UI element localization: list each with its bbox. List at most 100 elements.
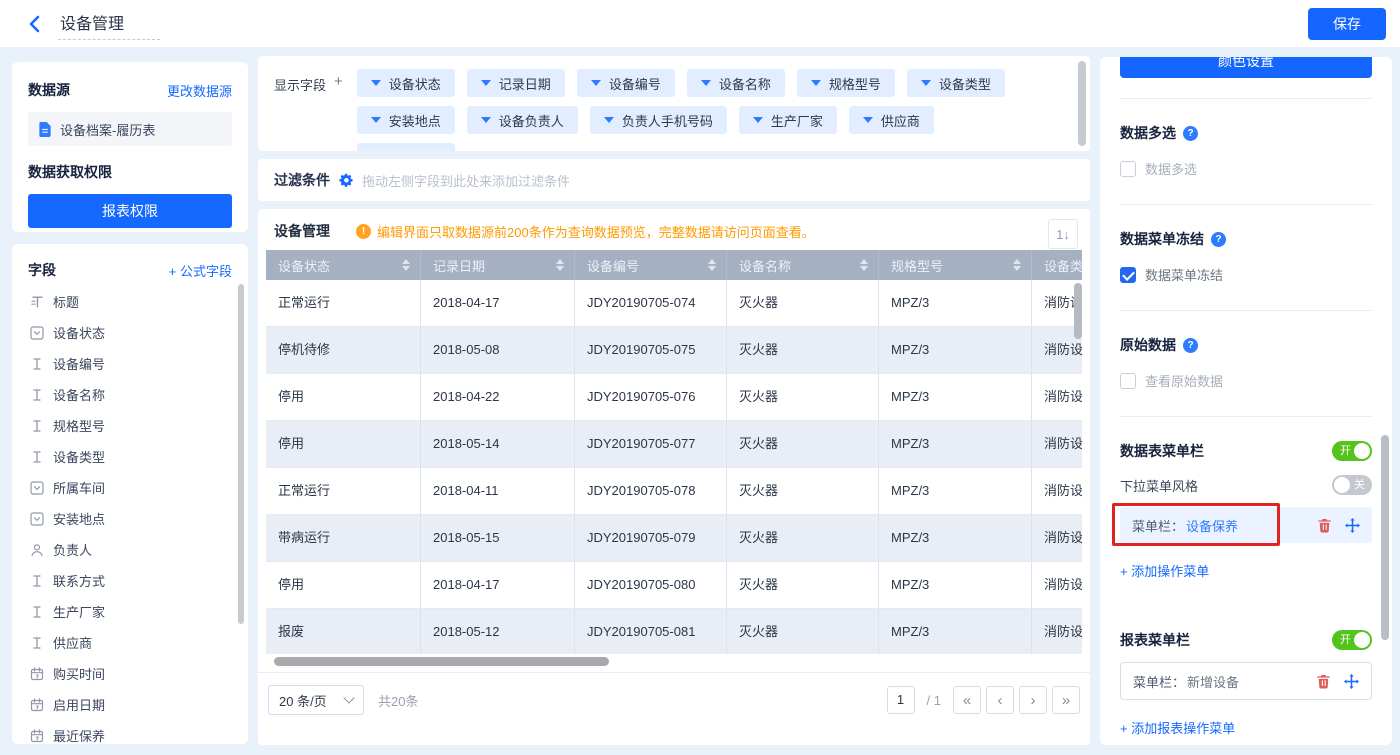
save-button[interactable]: 保存 bbox=[1308, 7, 1386, 40]
table-cell: 灭火器 bbox=[727, 515, 879, 561]
toggle-on-label: 开 bbox=[1340, 445, 1351, 457]
settings-scrollbar[interactable] bbox=[1381, 435, 1389, 640]
caret-down-icon bbox=[603, 117, 614, 123]
table-cell: 灭火器 bbox=[727, 421, 879, 467]
color-settings-button[interactable]: 颜色设置 bbox=[1120, 57, 1372, 78]
table-cell: 消防设备 bbox=[1044, 577, 1082, 592]
last-page-button[interactable]: » bbox=[1052, 686, 1080, 714]
move-cross-icon[interactable] bbox=[1344, 673, 1359, 689]
field-item[interactable]: 规格型号 bbox=[28, 410, 232, 441]
gear-icon[interactable] bbox=[339, 173, 353, 187]
help-icon[interactable]: ? bbox=[1211, 231, 1226, 247]
column-header[interactable]: 设备名称 bbox=[727, 250, 879, 280]
menu-item-name[interactable]: 设备保养 bbox=[1186, 516, 1238, 535]
raw-data-checkbox[interactable] bbox=[1120, 372, 1136, 389]
field-item[interactable]: 设备类型 bbox=[28, 441, 232, 472]
change-datasource-link[interactable]: 更改数据源 bbox=[167, 81, 232, 100]
move-cross-icon[interactable] bbox=[1345, 517, 1360, 533]
sort-arrows-icon[interactable] bbox=[556, 259, 564, 271]
table-menu-toggle[interactable]: 开 bbox=[1332, 441, 1372, 461]
add-action-menu-link[interactable]: + 添加操作菜单 bbox=[1120, 561, 1372, 580]
field-item[interactable]: 安装地点 bbox=[28, 503, 232, 534]
multi-select-checkbox-row[interactable]: 数据多选 bbox=[1120, 159, 1372, 178]
trash-icon[interactable] bbox=[1316, 674, 1331, 689]
display-fields-scrollbar[interactable] bbox=[1078, 61, 1086, 146]
field-item[interactable]: 供应商 bbox=[28, 627, 232, 658]
next-page-button[interactable]: › bbox=[1019, 686, 1047, 714]
field-item[interactable]: 启用日期 bbox=[28, 689, 232, 720]
fields-scrollbar[interactable] bbox=[238, 284, 244, 624]
table-horizontal-scrollbar[interactable] bbox=[274, 657, 609, 666]
report-menu-toggle[interactable]: 开 bbox=[1332, 630, 1372, 650]
table-panel: 设备管理 ! 编辑界面只取数据源前200条作为查询数据预览，完整数据请访问页面查… bbox=[258, 209, 1090, 745]
display-field-chip[interactable]: 生产厂家 bbox=[738, 106, 837, 134]
table-vertical-scrollbar[interactable] bbox=[1074, 283, 1082, 339]
report-menu-item[interactable]: 菜单栏： 新增设备 bbox=[1120, 662, 1372, 700]
field-item[interactable]: 设备编号 bbox=[28, 348, 232, 379]
field-item[interactable]: 设备名称 bbox=[28, 379, 232, 410]
table-cell: 消防设备 bbox=[1044, 483, 1082, 498]
sort-order-button[interactable]: 1↓ bbox=[1048, 219, 1078, 249]
calendar-icon bbox=[30, 728, 44, 743]
table-row: 停用2018-05-14JDY20190705-077灭火器MPZ/3 消防设备 bbox=[266, 421, 1082, 468]
column-header[interactable]: 设备类型 bbox=[1032, 250, 1082, 280]
display-field-chip[interactable]: 记录日期 bbox=[466, 69, 565, 97]
raw-data-checkbox-row[interactable]: 查看原始数据 bbox=[1120, 371, 1372, 390]
field-item[interactable]: 生产厂家 bbox=[28, 596, 232, 627]
data-table: 设备状态记录日期设备编号设备名称规格型号设备类型 正常运行2018-04-17J… bbox=[266, 250, 1082, 666]
dropdown-style-toggle[interactable]: 关 bbox=[1332, 475, 1372, 495]
chip-label: 设备名称 bbox=[718, 76, 771, 92]
back-button[interactable] bbox=[28, 14, 42, 34]
fields-panel: 字段 + 公式字段 标题 设备状态 设备编号 设备名称 规格型号 设备类型 所属车间 安装地点… bbox=[12, 244, 248, 744]
sort-arrows-icon[interactable] bbox=[860, 259, 868, 271]
column-header[interactable]: 记录日期 bbox=[421, 250, 575, 280]
sort-arrows-icon[interactable] bbox=[402, 259, 410, 271]
page-title[interactable]: 设备管理 bbox=[58, 10, 161, 40]
help-icon[interactable]: ? bbox=[1183, 125, 1198, 141]
menu-freeze-checkbox[interactable] bbox=[1120, 266, 1136, 283]
page-nav-buttons: «‹ ›» bbox=[953, 686, 1080, 714]
title-icon bbox=[30, 295, 44, 309]
page-size-select[interactable]: 20 条/页 bbox=[268, 685, 364, 715]
sort-arrows-icon[interactable] bbox=[708, 259, 716, 271]
display-field-chip[interactable]: 规格型号 bbox=[796, 69, 895, 97]
sort-arrows-icon[interactable] bbox=[1013, 259, 1021, 271]
field-item[interactable]: 标题 bbox=[28, 286, 232, 317]
help-icon[interactable]: ? bbox=[1183, 337, 1198, 353]
display-field-chip[interactable]: 购买时间 bbox=[356, 143, 455, 151]
column-header[interactable]: 设备编号 bbox=[575, 250, 727, 280]
page-number-input[interactable]: 1 bbox=[886, 686, 915, 714]
display-field-chip[interactable]: 安装地点 bbox=[356, 106, 455, 134]
display-field-chip[interactable]: 负责人手机号码 bbox=[589, 106, 727, 134]
table-menu-item[interactable]: 菜单栏： 设备保养 bbox=[1112, 503, 1372, 546]
formula-field-link[interactable]: + 公式字段 bbox=[169, 261, 232, 280]
top-bar: 设备管理 保存 bbox=[0, 0, 1400, 48]
field-item[interactable]: 所属车间 bbox=[28, 472, 232, 503]
display-field-chip[interactable]: 设备编号 bbox=[576, 69, 675, 97]
document-icon bbox=[38, 122, 52, 137]
menu-item-name[interactable]: 新增设备 bbox=[1187, 672, 1239, 691]
datasource-item[interactable]: 设备档案-履历表 bbox=[28, 112, 232, 146]
field-item[interactable]: 最近保养 bbox=[28, 720, 232, 744]
display-field-chip[interactable]: 供应商 bbox=[848, 106, 934, 134]
trash-icon[interactable] bbox=[1317, 518, 1332, 533]
prev-page-button[interactable]: ‹ bbox=[986, 686, 1014, 714]
field-item[interactable]: 购买时间 bbox=[28, 658, 232, 689]
field-item[interactable]: 设备状态 bbox=[28, 317, 232, 348]
field-label: 安装地点 bbox=[53, 512, 106, 527]
display-field-chip[interactable]: 设备名称 bbox=[686, 69, 785, 97]
add-report-action-menu-link[interactable]: + 添加报表操作菜单 bbox=[1120, 718, 1372, 737]
report-permission-button[interactable]: 报表权限 bbox=[28, 194, 232, 228]
column-header[interactable]: 规格型号 bbox=[879, 250, 1032, 280]
add-display-field-button[interactable]: + bbox=[334, 73, 343, 90]
display-field-chip[interactable]: 设备状态 bbox=[356, 69, 455, 97]
first-page-button[interactable]: « bbox=[953, 686, 981, 714]
field-item[interactable]: 负责人 bbox=[28, 534, 232, 565]
display-fields-panel: 显示字段 + 设备状态 记录日期 设备编号 设备名称 规格型号 设备类型 安装地点 设备负责人… bbox=[258, 56, 1090, 151]
display-field-chip[interactable]: 设备负责人 bbox=[466, 106, 578, 134]
menu-freeze-checkbox-row[interactable]: 数据菜单冻结 bbox=[1120, 265, 1372, 284]
column-header[interactable]: 设备状态 bbox=[266, 250, 421, 280]
field-item[interactable]: 联系方式 bbox=[28, 565, 232, 596]
multi-select-checkbox[interactable] bbox=[1120, 160, 1136, 177]
display-field-chip[interactable]: 设备类型 bbox=[906, 69, 1005, 97]
